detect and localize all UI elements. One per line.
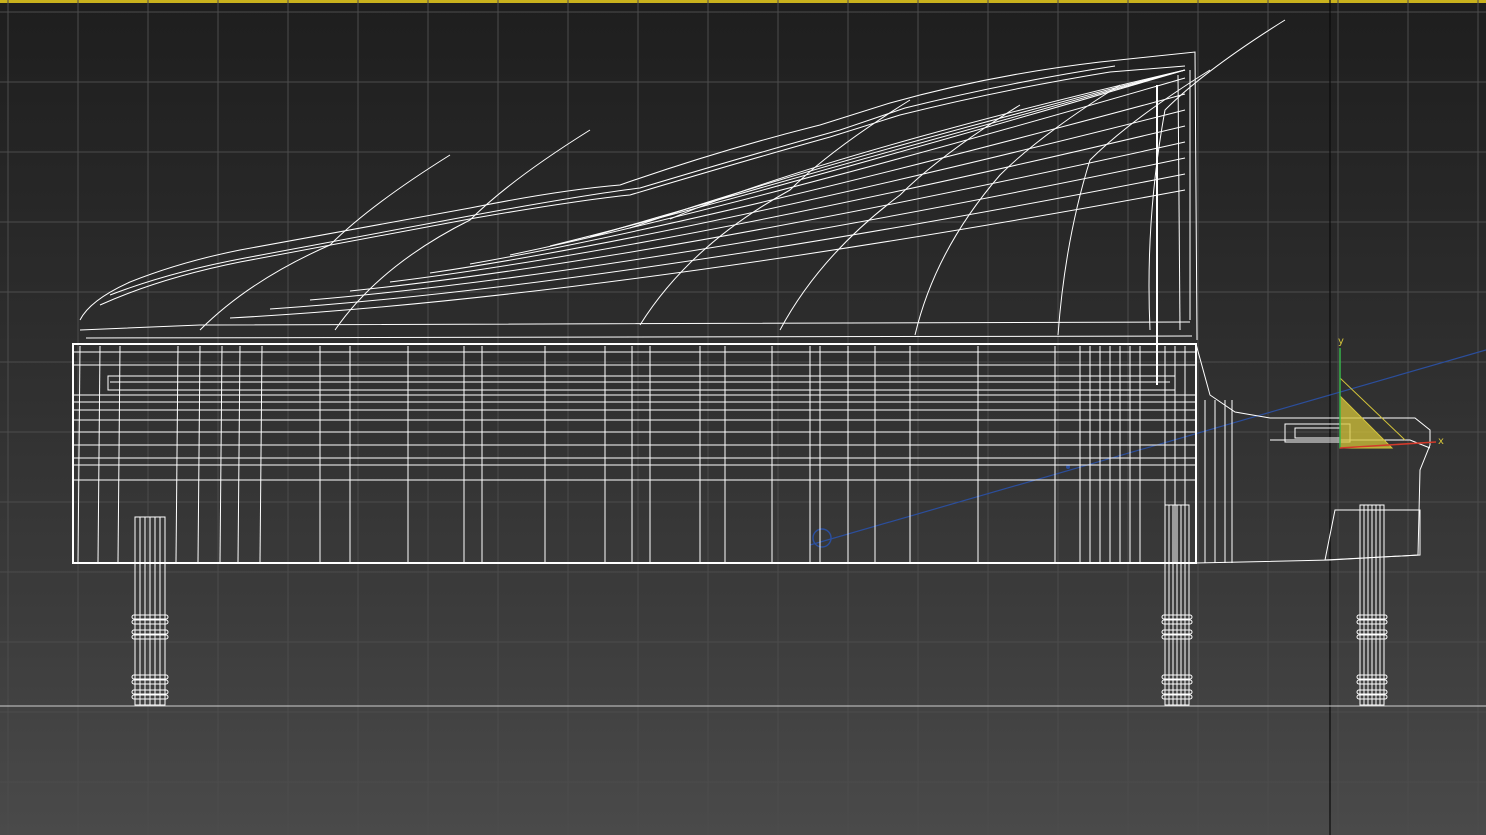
viewport-canvas[interactable]: y x — [0, 0, 1486, 835]
lid-wire-mesh — [199, 19, 1286, 336]
lid-mesh-line — [1148, 19, 1286, 331]
lid-mesh-line — [779, 104, 1021, 331]
lid-mesh-line — [349, 141, 1186, 292]
lid-mesh-line — [469, 93, 1186, 265]
lid-mesh-line — [1057, 69, 1211, 336]
piano-leg[interactable] — [131, 516, 169, 706]
piano-leg[interactable] — [1356, 504, 1388, 706]
body-mesh-line — [237, 345, 241, 563]
body-mesh-line — [175, 345, 179, 563]
transform-gizmo[interactable]: y x — [1338, 336, 1444, 449]
y-axis-label: y — [1338, 336, 1344, 347]
body-mesh-line — [219, 345, 223, 563]
camera-icon[interactable] — [812, 528, 832, 548]
body-mesh-line — [97, 345, 101, 563]
x-axis-label: x — [1438, 436, 1444, 447]
camera-target-point — [1066, 465, 1070, 469]
lid-mesh-line — [269, 173, 1186, 310]
lid-mesh-line — [589, 69, 1186, 238]
body-mesh-line — [259, 345, 263, 563]
lid-mesh-line — [309, 157, 1186, 301]
home-grid — [0, 0, 1486, 835]
lid-mesh-line — [914, 84, 1121, 336]
front-viewport[interactable]: y x — [0, 0, 1486, 835]
body-mesh-line — [197, 345, 201, 563]
body-mesh-line — [117, 345, 121, 563]
piano-leg[interactable] — [1161, 504, 1193, 706]
piano-body[interactable] — [72, 343, 1431, 564]
xy-plane-handle[interactable] — [1339, 394, 1394, 449]
